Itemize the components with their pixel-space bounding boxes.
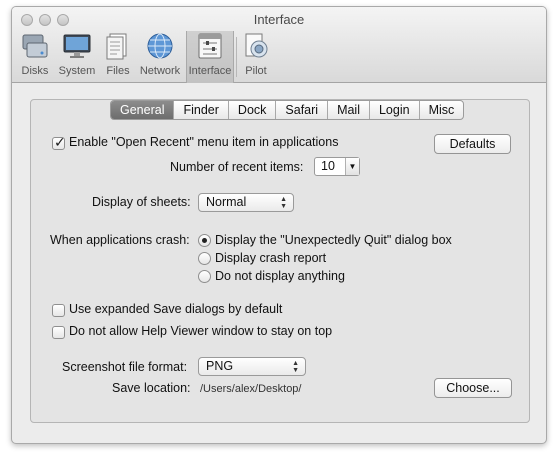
- sheets-value: Normal: [206, 195, 247, 209]
- sheets-label: Display of sheets:: [92, 195, 191, 209]
- settings-tab-bar: General Finder Dock Safari Mail Login Mi…: [110, 100, 465, 120]
- recent-items-label: Number of recent items:: [170, 160, 304, 174]
- crash-radio-dialog[interactable]: [198, 234, 211, 247]
- preferences-window: Interface Disks System Files Network Int…: [11, 6, 547, 444]
- window-title: Interface: [253, 12, 305, 27]
- expanded-save-label: Use expanded Save dialogs by default: [69, 302, 283, 316]
- crash-option-report: Display crash report: [215, 251, 327, 265]
- sheets-popup[interactable]: Normal ▲ ▼: [198, 193, 294, 212]
- save-location-label: Save location:: [112, 381, 191, 395]
- toolbar-network[interactable]: Network: [138, 31, 182, 81]
- crash-radio-report[interactable]: [198, 252, 211, 265]
- save-location-path: /Users/alex/Desktop/: [200, 383, 302, 395]
- recent-items-value: 10: [321, 159, 335, 173]
- titlebar-toolbar: Interface Disks System Files Network Int…: [12, 7, 546, 83]
- help-viewer-label: Do not allow Help Viewer window to stay …: [69, 324, 333, 338]
- choose-button[interactable]: Choose...: [434, 378, 512, 398]
- tab-dock[interactable]: Dock: [229, 101, 277, 119]
- toolbar-disks[interactable]: Disks: [16, 31, 54, 81]
- toolbar-files[interactable]: Files: [102, 31, 134, 81]
- tab-login[interactable]: Login: [370, 101, 420, 119]
- toolbar-interface[interactable]: Interface: [186, 31, 234, 83]
- updown-arrows-icon: ▲ ▼: [280, 196, 287, 210]
- tab-general[interactable]: General: [111, 101, 175, 119]
- pilot-icon: [241, 31, 271, 61]
- crash-label: When applications crash:: [50, 233, 190, 247]
- expanded-save-checkbox[interactable]: [52, 304, 65, 317]
- recent-items-combo[interactable]: 10 ▼: [314, 157, 360, 176]
- toolbar-system[interactable]: System: [56, 31, 98, 81]
- tab-finder[interactable]: Finder: [174, 101, 229, 119]
- chevron-down-icon[interactable]: ▼: [345, 158, 359, 175]
- screenshot-format-popup[interactable]: PNG ▲ ▼: [198, 357, 306, 376]
- tab-misc[interactable]: Misc: [420, 101, 464, 119]
- defaults-button[interactable]: Defaults: [434, 134, 511, 154]
- screenshot-format-value: PNG: [206, 359, 234, 373]
- tab-safari[interactable]: Safari: [276, 101, 329, 119]
- files-icon: [103, 31, 133, 61]
- monitor-icon: [62, 31, 92, 61]
- crash-option-dialog: Display the "Unexpectedly Quit" dialog b…: [215, 233, 452, 247]
- help-viewer-checkbox[interactable]: [52, 326, 65, 339]
- tab-mail[interactable]: Mail: [328, 101, 370, 119]
- toolbar-separator: [236, 37, 237, 77]
- disks-icon: [20, 31, 50, 61]
- toolbar-pilot[interactable]: Pilot: [240, 31, 272, 81]
- open-recent-label: Enable "Open Recent" menu item in applic…: [69, 135, 339, 149]
- open-recent-checkbox[interactable]: [52, 134, 66, 151]
- interface-icon: [195, 31, 225, 61]
- screenshot-format-label: Screenshot file format:: [62, 360, 188, 374]
- globe-icon: [145, 31, 175, 61]
- crash-option-nothing: Do not display anything: [215, 269, 345, 283]
- updown-arrows-icon: ▲ ▼: [292, 360, 299, 374]
- crash-radio-nothing[interactable]: [198, 270, 211, 283]
